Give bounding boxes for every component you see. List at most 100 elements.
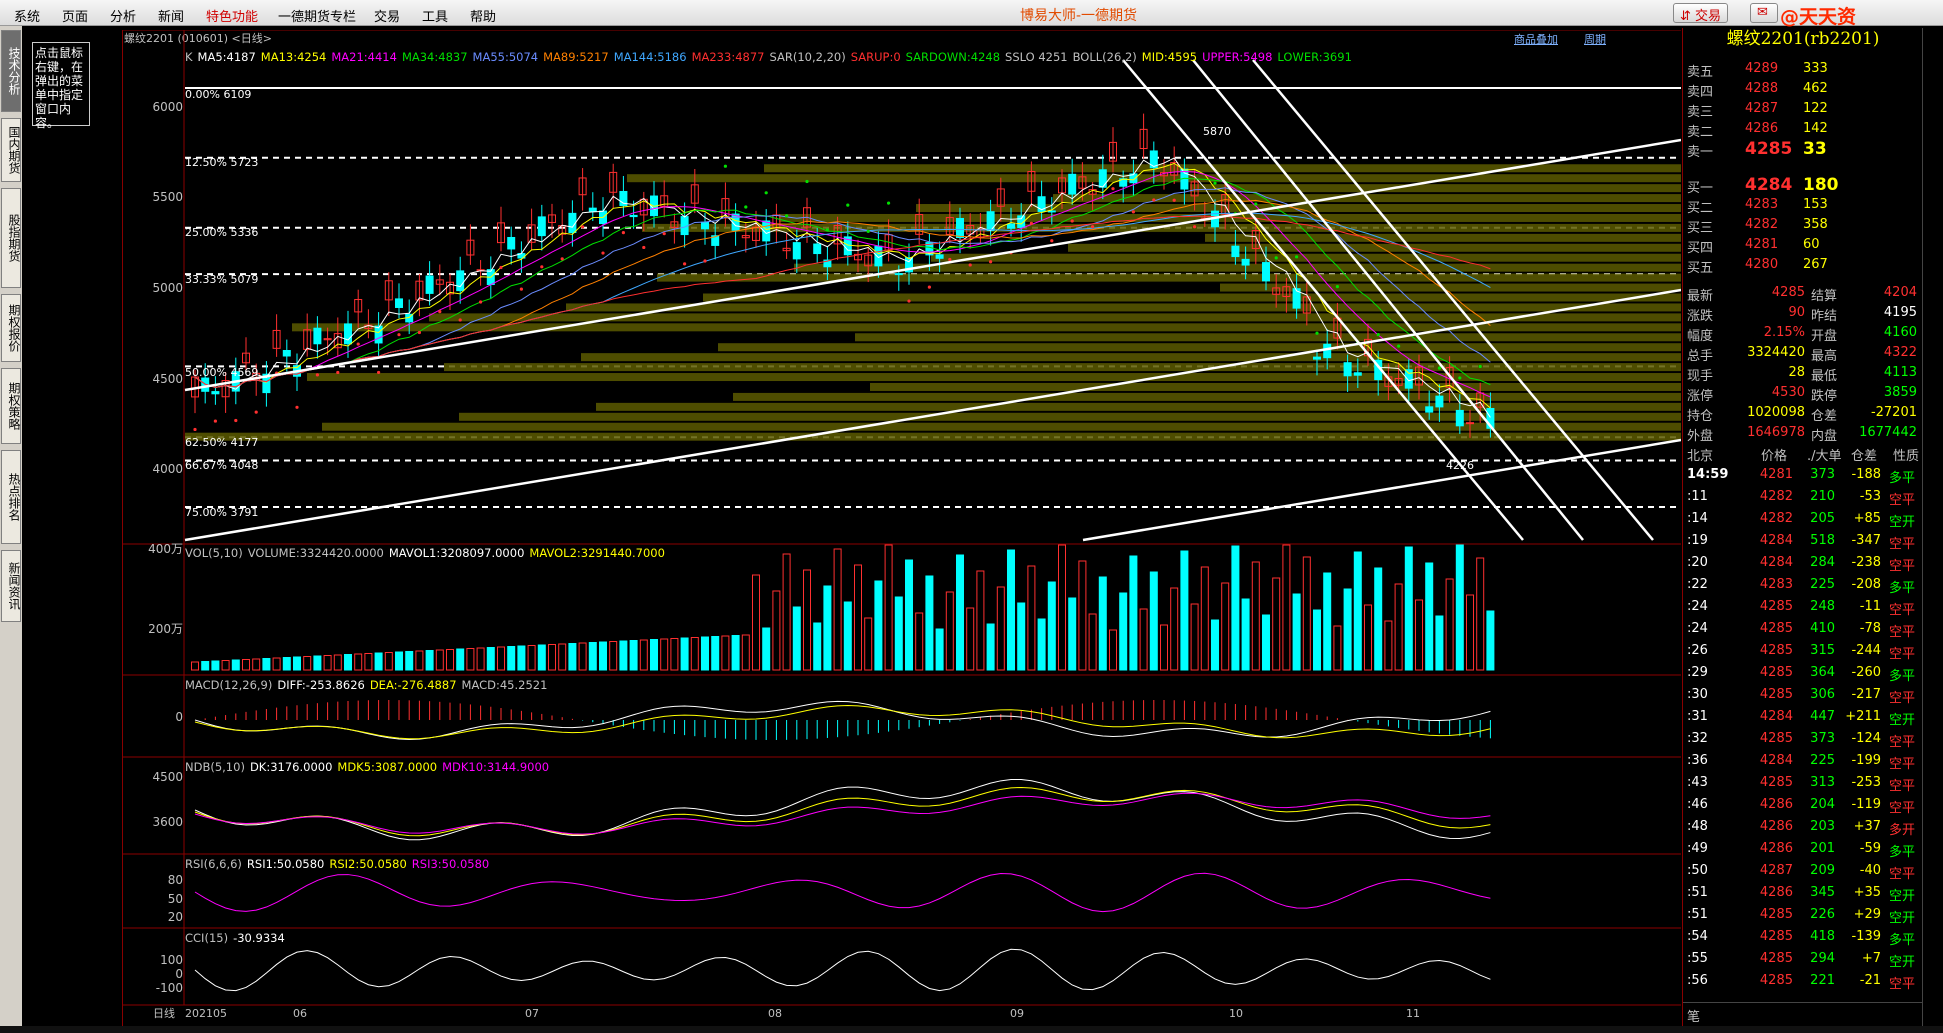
tick-cell: 空开	[1889, 889, 1916, 904]
tick-row[interactable]: 14:59 4281 373 -188 多平	[1683, 464, 1923, 486]
bid-row[interactable]: 买五 4280 267	[1683, 254, 1923, 276]
tab-option-strategy[interactable]: 期权策略	[1, 368, 21, 444]
sar-dot	[397, 333, 401, 337]
ask-row[interactable]: 卖二 4286 142	[1683, 118, 1923, 140]
tick-cell: 209	[1810, 863, 1835, 878]
tick-row[interactable]: :22 4283 225 -208 多平	[1683, 574, 1923, 596]
tab-index-futures[interactable]: 股指期货	[1, 188, 21, 288]
tick-row[interactable]: :24 4285 410 -78 空平	[1683, 618, 1923, 640]
ask-row[interactable]: 卖一 4285 33	[1683, 138, 1923, 160]
tick-row[interactable]: :48 4286 203 +37 多开	[1683, 816, 1923, 838]
tick-row[interactable]: :29 4285 364 -260 多平	[1683, 662, 1923, 684]
menu-system[interactable]: 系统	[14, 6, 40, 25]
sar-dot	[1437, 366, 1441, 370]
tick-row[interactable]: :55 4285 294 +7 空开	[1683, 948, 1923, 970]
tick-cell: -21	[1859, 973, 1881, 988]
menu-trade[interactable]: 交易	[374, 6, 400, 25]
stat-row: 外盘 1646978 内盘 1677442	[1683, 422, 1923, 444]
tick-row[interactable]: :54 4285 418 -139 多平	[1683, 926, 1923, 948]
volume-profile-band	[733, 392, 1681, 401]
ask-row[interactable]: 卖五 4289 333	[1683, 58, 1923, 80]
legend-item: MA21:4414	[331, 50, 397, 64]
tick-row[interactable]: :46 4286 204 -119 空平	[1683, 794, 1923, 816]
tick-row[interactable]: :50 4287 209 -40 空平	[1683, 860, 1923, 882]
volume-bar	[517, 645, 526, 671]
bid-row[interactable]: 买三 4282 358	[1683, 214, 1923, 236]
menu-help[interactable]: 帮助	[470, 6, 496, 25]
tick-header: 北京 价格 ./大单 仓差 性质	[1683, 442, 1923, 464]
tick-footer-tab[interactable]: 笔	[1687, 1006, 1700, 1025]
legend-item: MDK5:3087.0000	[337, 760, 438, 774]
tab-option-quotes[interactable]: 期权报价	[1, 294, 21, 362]
tick-row[interactable]: :30 4285 306 -217 空平	[1683, 684, 1923, 706]
stat-cell: 4530	[1771, 385, 1805, 400]
tick-row[interactable]: :32 4285 373 -124 空平	[1683, 728, 1923, 750]
menu-analysis[interactable]: 分析	[110, 6, 136, 25]
volume-profile-band	[459, 412, 1681, 421]
tick-row[interactable]: :56 4285 221 -21 空平	[1683, 970, 1923, 992]
volume-bar	[1139, 608, 1148, 671]
tick-cell: -260	[1851, 665, 1881, 680]
tick-row[interactable]: :51 4285 226 +29 空开	[1683, 904, 1923, 926]
volume-bar	[231, 659, 240, 671]
bid-row[interactable]: 买四 4281 60	[1683, 234, 1923, 256]
legend-item: VOL(5,10)	[185, 546, 243, 560]
candle-body	[1353, 372, 1362, 376]
tab-technical-analysis[interactable]: 技术分析	[1, 30, 21, 112]
legend-item: RSI1:50.0580	[246, 857, 325, 871]
tick-row[interactable]: :19 4284 518 -347 空平	[1683, 530, 1923, 552]
legend-item: RSI3:50.0580	[411, 857, 490, 871]
volume-bar	[1323, 572, 1332, 671]
bid-row[interactable]: 买一 4284 180	[1683, 174, 1923, 196]
tab-news[interactable]: 新闻资讯	[1, 550, 21, 622]
book-price: 4289	[1745, 61, 1779, 76]
bid-row[interactable]: 买二 4283 153	[1683, 194, 1923, 216]
chat-button[interactable]: ✉	[1750, 3, 1778, 23]
trade-button[interactable]: ⇵ 交易	[1673, 3, 1729, 24]
cci-y-tick: 0	[175, 967, 183, 981]
volume-bar	[1353, 551, 1362, 671]
tick-row[interactable]: :49 4286 201 -59 多平	[1683, 838, 1923, 860]
tick-cell: 空平	[1889, 977, 1916, 992]
tick-cell: -139	[1851, 929, 1881, 944]
legend-item: DEA:-276.4887	[369, 678, 457, 692]
candle-body	[537, 216, 546, 237]
sar-dot	[356, 342, 360, 346]
tick-row[interactable]: :14 4282 205 +85 空开	[1683, 508, 1923, 530]
tick-row[interactable]: :24 4285 248 -11 空平	[1683, 596, 1923, 618]
tick-row[interactable]: :51 4286 345 +35 空开	[1683, 882, 1923, 904]
menu-yide-column[interactable]: 一德期货专栏	[278, 6, 356, 25]
volume-profile-band	[566, 303, 1681, 312]
chart-area[interactable]: K MA5:4187 MA13:4254 MA21:4414 MA34:4837 MA55…	[122, 30, 1681, 1027]
tick-row[interactable]: :36 4284 225 -199 空平	[1683, 750, 1923, 772]
menu-special[interactable]: 特色功能	[206, 6, 258, 25]
book-price: 4282	[1745, 217, 1779, 232]
menu-page[interactable]: 页面	[62, 6, 88, 25]
tick-cell: 203	[1810, 819, 1835, 834]
x-tick: 202105	[185, 1007, 227, 1020]
volume-bar	[221, 660, 230, 671]
sar-dot	[1274, 256, 1278, 260]
tick-cell: :31	[1687, 709, 1708, 724]
volume-bar	[1292, 593, 1301, 671]
stat-row: 幅度 2.15% 开盘 4160	[1683, 322, 1923, 344]
volume-bar	[1241, 598, 1250, 671]
tick-row[interactable]: :31 4284 447 +211 空开	[1683, 706, 1923, 728]
tick-row[interactable]: :11 4282 210 -53 空平	[1683, 486, 1923, 508]
menu-tools[interactable]: 工具	[422, 6, 448, 25]
tick-row[interactable]: :43 4285 313 -253 空平	[1683, 772, 1923, 794]
volume-bar	[1374, 567, 1383, 671]
volume-bar	[823, 585, 832, 671]
sar-dot	[723, 164, 728, 168]
volume-bar	[252, 658, 261, 671]
tick-row[interactable]: :26 4285 315 -244 空平	[1683, 640, 1923, 662]
tick-cell: -253	[1851, 775, 1881, 790]
tab-domestic-futures[interactable]: 国内期货	[1, 118, 21, 182]
tab-hot-ranking[interactable]: 热点排名	[1, 450, 21, 544]
ask-row[interactable]: 卖三 4287 122	[1683, 98, 1923, 120]
tick-row[interactable]: :20 4284 284 -238 空平	[1683, 552, 1923, 574]
menu-news[interactable]: 新闻	[158, 6, 184, 25]
tick-cell: 多平	[1889, 581, 1916, 596]
ask-row[interactable]: 卖四 4288 462	[1683, 78, 1923, 100]
tick-cell: 多平	[1889, 471, 1916, 486]
